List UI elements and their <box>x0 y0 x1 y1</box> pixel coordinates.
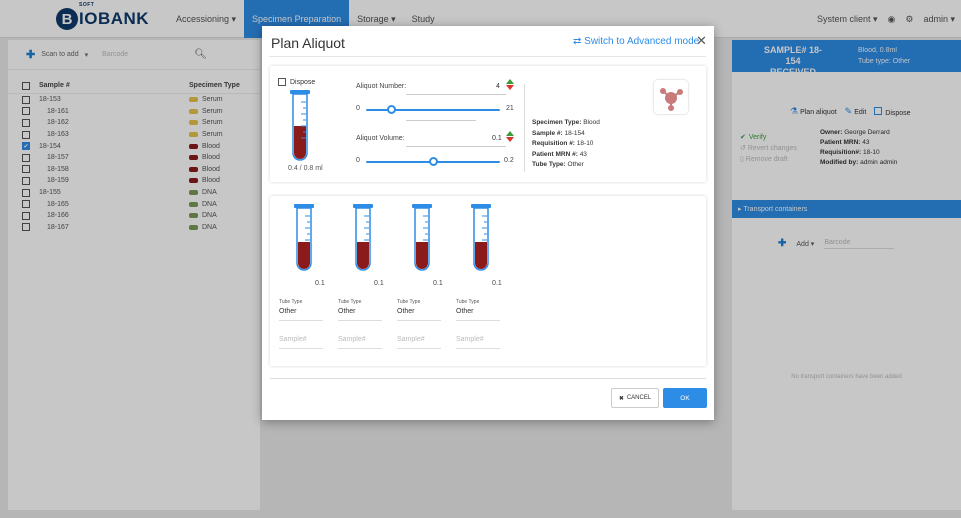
field-underline <box>279 320 323 321</box>
aliquot-number-max: 21 <box>506 105 514 112</box>
aliquot-item: 0.1 Tube Type Other Sample# <box>338 202 388 352</box>
close-icon[interactable]: ✕ <box>696 33 707 49</box>
aliquot-amount: 0.1 <box>492 280 502 287</box>
aliquot-sample-input[interactable]: Sample# <box>456 336 484 343</box>
tube-type-select[interactable]: Other <box>338 308 356 315</box>
sample-number-label: Sample #: <box>532 129 563 137</box>
tube-type-label: Tube Type <box>397 299 421 305</box>
title-divider <box>269 56 706 57</box>
footer-divider <box>270 378 706 379</box>
ok-button[interactable]: OK <box>663 388 707 408</box>
blood-molecule-icon <box>660 88 683 111</box>
aliquots-card: 0.1 Tube Type Other Sample# 0.1 Tube Type Othe… <box>270 196 706 366</box>
aliquot-item: 0.1 Tube Type Other Sample# <box>456 202 506 352</box>
patient-mrn-value: 43 <box>579 150 587 158</box>
sample-number-line: Sample #: 18-154 <box>532 129 600 140</box>
source-tube-icon <box>290 90 310 161</box>
modal-title: Plan Aliquot <box>271 35 345 51</box>
aliquot-sample-input[interactable]: Sample# <box>338 336 366 343</box>
field-underline <box>456 320 500 321</box>
aliquot-volume-min: 0 <box>356 157 360 164</box>
aliquot-item: 0.1 Tube Type Other Sample# <box>397 202 447 352</box>
patient-mrn-line: Patient MRN #: 43 <box>532 150 600 161</box>
tube-icon <box>294 204 314 271</box>
aliquot-amount: 0.1 <box>374 280 384 287</box>
plan-aliquot-modal: Plan Aliquot ⇄ Switch to Advanced mode ✕… <box>262 26 714 420</box>
tube-type-label: Tube Type <box>338 299 362 305</box>
aliquot-number-slider[interactable] <box>366 105 500 114</box>
divider-line <box>406 120 476 121</box>
aliquot-number-underline <box>406 94 506 95</box>
tube-type-value: Other <box>567 161 584 168</box>
aliquot-amount: 0.1 <box>315 280 325 287</box>
field-underline <box>338 348 382 349</box>
aliquot-volume-underline <box>406 146 506 147</box>
blood-drop-icon <box>654 80 688 114</box>
aliquot-sample-input[interactable]: Sample# <box>397 336 425 343</box>
dispose-label: Dispose <box>290 78 316 86</box>
specimen-type-label: Specimen Type: <box>532 119 582 126</box>
aliquot-volume-value[interactable]: 0.1 <box>492 135 502 142</box>
tube-type-select[interactable]: Other <box>279 308 297 315</box>
increase-arrow-icon[interactable] <box>506 79 514 84</box>
volume-indicator: 0.4 / 0.8 ml <box>288 165 323 172</box>
aliquot-number-label: Aliquot Number: <box>356 83 407 90</box>
tube-type-label: Tube Type: <box>532 161 566 168</box>
tube-icon <box>412 204 432 271</box>
tube-type-line: Tube Type: Other <box>532 160 600 171</box>
slider-thumb[interactable] <box>387 105 397 114</box>
field-underline <box>338 320 382 321</box>
vertical-divider <box>524 84 525 172</box>
aliquot-volume-stepper[interactable] <box>506 131 514 142</box>
cancel-label: CANCEL <box>626 395 652 401</box>
field-underline <box>279 348 323 349</box>
tube-icon <box>353 204 373 271</box>
tube-type-label: Tube Type <box>456 299 480 305</box>
close-icon: ✖ <box>618 395 624 402</box>
switch-advanced-mode-link[interactable]: ⇄ Switch to Advanced mode <box>573 36 699 47</box>
specimen-type-line: Specimen Type: Blood <box>532 118 600 129</box>
requisition-line: Requisition #: 18-10 <box>532 139 600 150</box>
increase-arrow-icon[interactable] <box>506 131 514 136</box>
dispose-checkbox[interactable] <box>278 78 286 86</box>
sample-number-value: 18-154 <box>564 129 585 137</box>
aliquot-amount: 0.1 <box>433 280 443 287</box>
aliquot-volume-label: Aliquot Volume: <box>356 135 405 142</box>
tube-type-select[interactable]: Other <box>397 308 415 315</box>
aliquot-sample-input[interactable]: Sample# <box>279 336 307 343</box>
specimen-info: Specimen Type: Blood Sample #: 18-154 Re… <box>532 118 600 171</box>
aliquot-volume-max: 0.2 <box>504 157 514 164</box>
field-underline <box>456 348 500 349</box>
requisition-value: 18-10 <box>576 140 594 147</box>
aliquot-settings-card: Dispose 0.4 / 0.8 ml Aliquot Number: 4 0… <box>270 66 706 182</box>
decrease-arrow-icon[interactable] <box>506 137 514 142</box>
slider-thumb[interactable] <box>429 157 438 166</box>
aliquot-number-stepper[interactable] <box>506 79 514 90</box>
requisition-label: Requisition #: <box>532 140 575 147</box>
aliquot-item: 0.1 Tube Type Other Sample# <box>279 202 329 352</box>
tube-type-label: Tube Type <box>279 299 303 305</box>
tube-type-select[interactable]: Other <box>456 308 474 315</box>
tube-icon <box>471 204 491 271</box>
slider-track <box>366 109 500 111</box>
cancel-button[interactable]: ✖ CANCEL <box>611 388 659 408</box>
patient-mrn-label: Patient MRN #: <box>532 150 578 158</box>
aliquot-number-value[interactable]: 4 <box>496 83 500 90</box>
aliquot-number-min: 0 <box>356 105 360 112</box>
aliquot-list: 0.1 Tube Type Other Sample# 0.1 Tube Type Othe… <box>270 196 706 366</box>
field-underline <box>397 320 441 321</box>
dispose-option[interactable]: Dispose <box>278 78 315 86</box>
decrease-arrow-icon[interactable] <box>506 85 514 90</box>
specimen-type-value: Blood <box>583 119 600 126</box>
aliquot-volume-slider[interactable] <box>366 157 500 166</box>
field-underline <box>397 348 441 349</box>
